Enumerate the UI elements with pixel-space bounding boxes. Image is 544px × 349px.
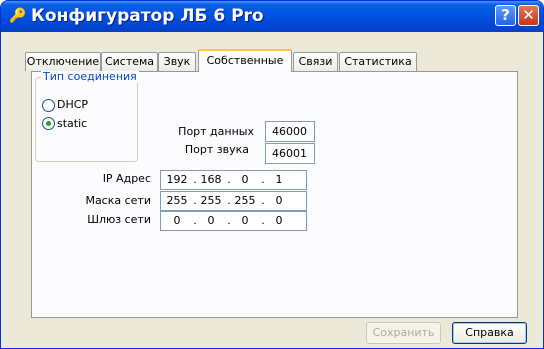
data-port-field[interactable]: 46000	[265, 121, 315, 142]
ip-dot: .	[227, 173, 231, 186]
config-window: 🔑 Конфигуратор ЛБ 6 Pro ? ✕ Отключение С…	[0, 0, 544, 349]
tab-svyazi[interactable]: Связи	[293, 52, 338, 71]
key-icon: 🔑	[9, 8, 27, 24]
sound-port-field[interactable]: 46001	[265, 143, 315, 164]
dhcp-label: DHCP	[57, 98, 89, 111]
tab-statistika[interactable]: Статистика	[339, 52, 417, 71]
save-button[interactable]: Сохранить	[366, 322, 441, 344]
help-title-button[interactable]: ?	[495, 5, 516, 26]
mask-dot: .	[193, 194, 197, 207]
sound-port-label: Порт звука	[184, 143, 249, 156]
help-button[interactable]: Справка	[452, 322, 527, 344]
gateway-dot: .	[227, 214, 231, 227]
subnet-mask-label: Маска сети	[85, 194, 151, 207]
gateway-dot: .	[193, 214, 197, 227]
gateway-dot: .	[261, 214, 265, 227]
gateway-octet[interactable]: 0	[199, 212, 223, 230]
title-bar[interactable]: 🔑 Конфигуратор ЛБ 6 Pro ? ✕	[1, 1, 543, 32]
dhcp-radio[interactable]	[42, 99, 55, 112]
tab-sobstvennye[interactable]: Собственные	[198, 49, 292, 72]
mask-octet[interactable]: 255	[165, 192, 189, 210]
ip-octet[interactable]: 1	[267, 171, 291, 189]
gateway-octet[interactable]: 0	[267, 212, 291, 230]
ip-octet[interactable]: 192	[165, 171, 189, 189]
static-radio[interactable]	[42, 117, 55, 130]
tab-sistema[interactable]: Система	[101, 52, 158, 71]
close-button[interactable]: ✕	[518, 5, 539, 26]
window-title: Конфигуратор ЛБ 6 Pro	[31, 6, 264, 26]
data-port-label: Порт данных	[178, 125, 254, 138]
connection-type-label: Тип соединения	[41, 70, 139, 83]
ip-dot: .	[261, 173, 265, 186]
mask-dot: .	[261, 194, 265, 207]
ip-octet[interactable]: 168	[199, 171, 223, 189]
gateway-octet[interactable]: 0	[233, 212, 257, 230]
gateway-octet[interactable]: 0	[165, 212, 189, 230]
mask-dot: .	[227, 194, 231, 207]
ip-address-label: IP Адрес	[102, 172, 151, 185]
mask-octet[interactable]: 255	[233, 192, 257, 210]
tab-zvuk[interactable]: Звук	[158, 52, 196, 71]
tab-otkluchenie[interactable]: Отключение	[25, 52, 101, 71]
ip-address-field[interactable]: 192. 168. 0. 1	[160, 170, 307, 190]
mask-octet[interactable]: 255	[199, 192, 223, 210]
mask-octet[interactable]: 0	[267, 192, 291, 210]
gateway-field[interactable]: 0. 0. 0. 0	[160, 211, 307, 231]
ip-octet[interactable]: 0	[233, 171, 257, 189]
subnet-mask-field[interactable]: 255. 255. 255. 0	[160, 191, 307, 211]
static-label: static	[57, 117, 88, 130]
gateway-label: Шлюз сети	[87, 213, 151, 226]
ip-dot: .	[193, 173, 197, 186]
